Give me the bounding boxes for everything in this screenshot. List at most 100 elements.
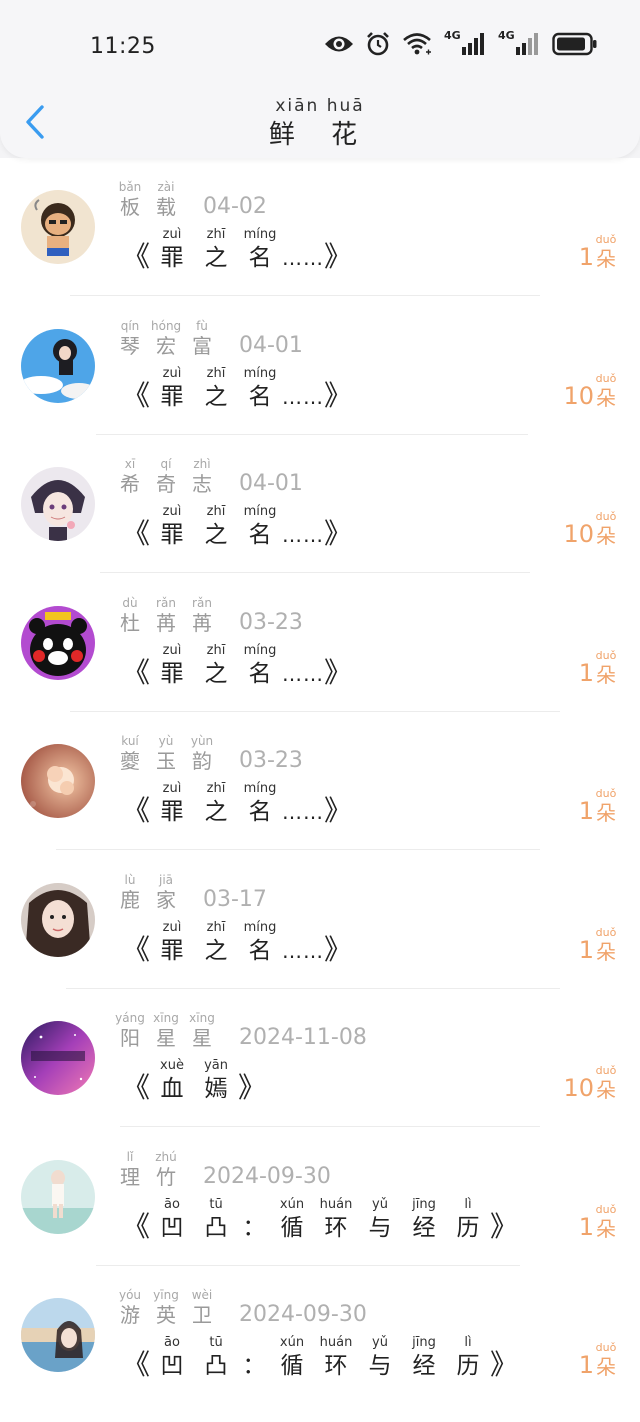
name-char: kuí 夔 [115, 734, 145, 774]
book-char-pinyin: lì [464, 1197, 472, 1212]
book-char-char: 历 [456, 1215, 480, 1241]
row-divider [120, 1126, 540, 1127]
book-char-pinyin: tū [209, 1197, 223, 1212]
flower-unit: duǒ 朵 [594, 788, 618, 826]
status-icons: 4G 4G [324, 29, 598, 58]
book-char: míng 名 [240, 921, 280, 967]
name-char: lù 鹿 [115, 873, 145, 913]
book-char-pinyin: zhī [206, 920, 226, 935]
book-bracket-close: 》 [324, 656, 353, 689]
book-title[interactable]: 《 zuì 罪 zhī 之 míng 名 ……》 [122, 505, 352, 553]
book-char-char: 之 [204, 938, 228, 964]
book-char-char: 之 [204, 799, 228, 825]
book-char-char: 凸 [204, 1215, 228, 1241]
book-bracket-open: 《 [122, 794, 151, 827]
name-char-char: 富 [192, 334, 212, 358]
book-char-char: 凸 [204, 1353, 228, 1379]
list-item[interactable]: lù 鹿 jiā 家 03-17 《 zuì 罪 zhī 之 míng 名 ……》 1 duǒ 朵 [0, 851, 640, 989]
sender-name: kuí 夔 yù 玉 yùn 韵 03-23 [115, 734, 303, 784]
name-char-pinyin: jiā [158, 873, 174, 887]
gift-date: 03-23 [239, 610, 303, 635]
name-char-pinyin: bǎn [118, 180, 142, 194]
name-char-char: 家 [156, 888, 176, 912]
book-char: míng 名 [240, 505, 280, 551]
list-item[interactable]: lǐ 理 zhú 竹 2024-09-30 《 āo 凹 tū 凸： xún 循 huán 环 yǔ 与 jīn… [0, 1128, 640, 1266]
signal-4g-icon: 4G [444, 29, 486, 57]
book-char-char: 名 [248, 661, 272, 687]
avatar[interactable] [21, 606, 95, 680]
book-bracket-close: 》 [324, 794, 353, 827]
flower-unit-pinyin: duǒ [595, 372, 617, 385]
book-char-pinyin: xún [279, 1335, 305, 1350]
avatar[interactable] [21, 190, 95, 264]
name-char-char: 苒 [192, 611, 212, 635]
avatar[interactable] [21, 744, 95, 818]
book-title[interactable]: 《 zuì 罪 zhī 之 míng 名 ……》 [122, 367, 352, 415]
name-char-char: 希 [120, 472, 140, 496]
list-item[interactable]: bǎn 板 zài 载 04-02 《 zuì 罪 zhī 之 míng 名 ……》 1 duǒ 朵 [0, 158, 640, 296]
book-char: āo 凹 [152, 1198, 192, 1244]
book-title[interactable]: 《 zuì 罪 zhī 之 míng 名 ……》 [122, 921, 352, 969]
name-char: yóu 游 [115, 1288, 145, 1328]
name-char-pinyin: qí [160, 457, 172, 471]
avatar[interactable] [21, 883, 95, 957]
book-bracket-open: 《 [122, 656, 151, 689]
gift-date: 03-17 [203, 887, 267, 912]
list-item[interactable]: xī 希 qí 奇 zhì 志 04-01 《 zuì 罪 zhī 之 míng 名 ……》 10 duǒ 朵 [0, 435, 640, 573]
book-char: zhī 之 [196, 228, 236, 274]
book-char-pinyin: jīng [412, 1335, 436, 1350]
book-char-pinyin: huán [319, 1335, 353, 1350]
book-title[interactable]: 《 xuè 血 yān 嫣》 [122, 1059, 266, 1107]
name-char: yīng 英 [151, 1288, 181, 1328]
flower-unit: duǒ 朵 [594, 511, 618, 549]
book-char-char: 之 [204, 522, 228, 548]
book-char-char: 之 [204, 661, 228, 687]
name-char: wèi 卫 [187, 1288, 217, 1328]
avatar[interactable] [21, 1021, 95, 1095]
gift-date: 2024-09-30 [203, 1164, 331, 1189]
book-char: ： [240, 1336, 268, 1382]
list-item[interactable]: qín 琴 hóng 宏 fù 富 04-01 《 zuì 罪 zhī 之 míng 名 ……》 10 duǒ 朵 [0, 297, 640, 435]
book-char-pinyin: zhī [206, 781, 226, 796]
book-char-char: 罪 [160, 245, 184, 271]
book-ellipsis: …… [282, 662, 325, 686]
book-char-char: 血 [160, 1076, 184, 1102]
book-char-pinyin: jīng [412, 1197, 436, 1212]
book-char-pinyin: xuè [160, 1058, 184, 1073]
book-char-pinyin [240, 1336, 268, 1350]
page-title-pinyin: xiān huā [275, 96, 365, 116]
book-title[interactable]: 《 zuì 罪 zhī 之 míng 名 ……》 [122, 644, 352, 692]
book-char-pinyin: yǔ [372, 1197, 388, 1212]
name-char-pinyin: yīng [153, 1288, 179, 1302]
name-char-pinyin: zhú [155, 1150, 177, 1164]
flower-count: 1 duǒ 朵 [579, 234, 618, 272]
book-title[interactable]: 《 zuì 罪 zhī 之 míng 名 ……》 [122, 228, 352, 276]
book-title[interactable]: 《 āo 凹 tū 凸 ： xún 循 huán 环 yǔ 与 jīng 经 lì 历》 [122, 1198, 518, 1246]
name-char-char: 夔 [120, 749, 140, 773]
book-title[interactable]: 《 āo 凹 tū 凸 ： xún 循 huán 环 yǔ 与 jīng 经 lì 历》 [122, 1336, 518, 1384]
book-title[interactable]: 《 zuì 罪 zhī 之 míng 名 ……》 [122, 782, 352, 830]
book-char-pinyin: zhī [206, 366, 226, 381]
flower-unit: duǒ 朵 [594, 1065, 618, 1103]
book-char-char: 凹 [160, 1215, 184, 1241]
name-char: fù 富 [187, 319, 217, 359]
book-char-char: 名 [248, 938, 272, 964]
book-ellipsis: …… [282, 523, 325, 547]
name-char: zài 载 [151, 180, 181, 220]
flower-count-number: 10 [563, 382, 594, 410]
book-char-pinyin: míng [243, 227, 277, 242]
avatar[interactable] [21, 467, 95, 541]
list-item[interactable]: kuí 夔 yù 玉 yùn 韵 03-23 《 zuì 罪 zhī 之 míng 名 ……》 1 duǒ 朵 [0, 712, 640, 850]
avatar[interactable] [21, 1298, 95, 1372]
name-char: yù 玉 [151, 734, 181, 774]
name-char: xī 希 [115, 457, 145, 497]
gift-date: 04-01 [239, 333, 303, 358]
book-char-pinyin: yān [204, 1058, 228, 1073]
list-item[interactable]: yóu 游 yīng 英 wèi 卫 2024-09-30 《 āo 凹 tū 凸： xún 循 huán 环… [0, 1266, 640, 1404]
book-bracket-close: 》 [324, 240, 353, 273]
avatar[interactable] [21, 1160, 95, 1234]
book-char-char: 与 [368, 1353, 392, 1379]
list-item[interactable]: yáng 阳 xīng 星 xīng 星 2024-11-08 《 xuè 血 yān 嫣》 10 duǒ… [0, 989, 640, 1127]
avatar[interactable] [21, 329, 95, 403]
list-item[interactable]: dù 杜 rǎn 苒 rǎn 苒 03-23 《 zuì 罪 zhī 之 míng 名 ……》 1 duǒ 朵 [0, 574, 640, 712]
